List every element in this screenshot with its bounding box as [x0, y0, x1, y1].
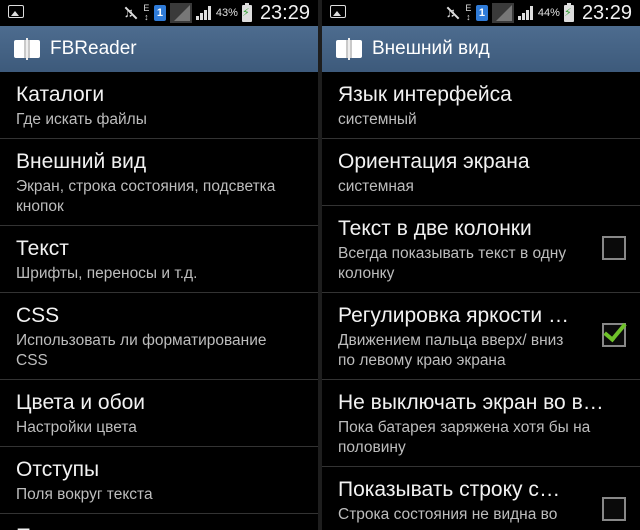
settings-item-status-bar[interactable]: Показывать строку со… Строка состояния н… [322, 467, 640, 530]
settings-item-interface-language[interactable]: Язык интерфейса системный [322, 72, 640, 139]
settings-item-css[interactable]: CSS Использовать ли форматирование CSS [0, 293, 318, 380]
clock: 23:29 [581, 1, 632, 24]
settings-item-scrollbar[interactable]: Полоса прокрутки [0, 514, 318, 530]
status-bar: E↕ 1 43% 23:29 [0, 0, 318, 26]
right-screen: E↕ 1 44% 23:29 Внешний вид Язык интерфей… [322, 0, 640, 530]
settings-list: Каталоги Где искать файлы Внешний вид Эк… [0, 72, 318, 530]
sim-badge: 1 [475, 5, 488, 21]
settings-item-text[interactable]: Текст Шрифты, переносы и т.д. [0, 226, 318, 293]
settings-item-margins[interactable]: Отступы Поля вокруг текста [0, 447, 318, 514]
app-title: FBReader [50, 38, 137, 59]
brightness-checkbox[interactable] [602, 323, 626, 347]
signal-box-icon [169, 3, 192, 23]
book-icon[interactable] [336, 38, 364, 60]
item-title: Показывать строку со… [338, 478, 570, 501]
battery-percent: 44% [537, 7, 560, 19]
gallery-notification-icon [330, 5, 346, 18]
item-subtitle: Всегда показывать текст в одну колонку [338, 245, 567, 282]
item-subtitle: Движением пальца вверх/ вниз по левому к… [338, 332, 564, 369]
sim-badge: 1 [153, 5, 166, 21]
item-subtitle: Настройки цвета [16, 419, 137, 436]
item-title: CSS [16, 304, 60, 327]
item-title: Текст [16, 237, 69, 260]
item-title: Отступы [16, 458, 100, 481]
item-title: Ориентация экрана [338, 150, 530, 173]
battery-charging-icon [563, 2, 574, 22]
network-type-icon: E ↕ [143, 3, 150, 22]
item-title: Язык интерфейса [338, 83, 512, 106]
status-bar-checkbox[interactable] [602, 497, 626, 521]
network-type-icon: E ↕ [465, 3, 472, 22]
battery-charging-icon [241, 2, 252, 22]
item-value: системная [338, 178, 414, 195]
item-title: Не выключать экран во в… [338, 391, 604, 414]
signal-strength-icon [195, 6, 212, 20]
mute-icon [445, 5, 461, 20]
action-bar: Внешний вид [322, 26, 640, 72]
item-subtitle: Поля вокруг текста [16, 486, 153, 503]
left-screen: E↕ 1 43% 23:29 FBReader Каталоги Где иск… [0, 0, 318, 530]
item-subtitle: Использовать ли форматирование CSS [16, 332, 267, 369]
item-value: системный [338, 111, 417, 128]
screen-title: Внешний вид [372, 38, 490, 59]
action-bar: FBReader [0, 26, 318, 72]
settings-item-appearance[interactable]: Внешний вид Экран, строка состояния, под… [0, 139, 318, 226]
item-title: Каталоги [16, 83, 105, 106]
item-subtitle: Где искать файлы [16, 111, 147, 128]
item-subtitle: Шрифты, переносы и т.д. [16, 265, 198, 282]
settings-item-catalogs[interactable]: Каталоги Где искать файлы [0, 72, 318, 139]
item-subtitle: Строка состояния не видна во время чтени… [338, 506, 558, 530]
item-title: Внешний вид [16, 150, 147, 173]
settings-item-brightness[interactable]: Регулировка яркости э… Движением пальца … [322, 293, 640, 380]
settings-item-screen-orientation[interactable]: Ориентация экрана системная [322, 139, 640, 206]
book-icon[interactable] [14, 38, 42, 60]
mute-icon [123, 5, 139, 20]
item-subtitle: Экран, строка состояния, подсветка кнопо… [16, 178, 276, 215]
battery-percent: 43% [215, 7, 238, 19]
clock: 23:29 [259, 1, 310, 24]
gallery-notification-icon [8, 5, 24, 18]
item-subtitle: Пока батарея заряжена хотя бы на половин… [338, 419, 591, 456]
signal-strength-icon [517, 6, 534, 20]
appearance-settings-list: Язык интерфейса системный Ориентация экр… [322, 72, 640, 530]
item-title: Текст в две колонки [338, 217, 532, 240]
item-title: Регулировка яркости э… [338, 304, 570, 327]
status-icons: E↕ 1 43% 23:29 [123, 0, 310, 26]
status-bar: E↕ 1 44% 23:29 [322, 0, 640, 26]
settings-item-screen-on[interactable]: Не выключать экран во в… Пока батарея за… [322, 380, 640, 467]
signal-box-icon [491, 3, 514, 23]
settings-item-colors[interactable]: Цвета и обои Настройки цвета [0, 380, 318, 447]
status-icons: E↕ 1 44% 23:29 [445, 0, 632, 26]
item-title: Цвета и обои [16, 391, 146, 414]
two-columns-checkbox[interactable] [602, 236, 626, 260]
item-title: Полоса прокрутки [16, 514, 302, 530]
settings-item-two-columns[interactable]: Текст в две колонки Всегда показывать те… [322, 206, 640, 293]
